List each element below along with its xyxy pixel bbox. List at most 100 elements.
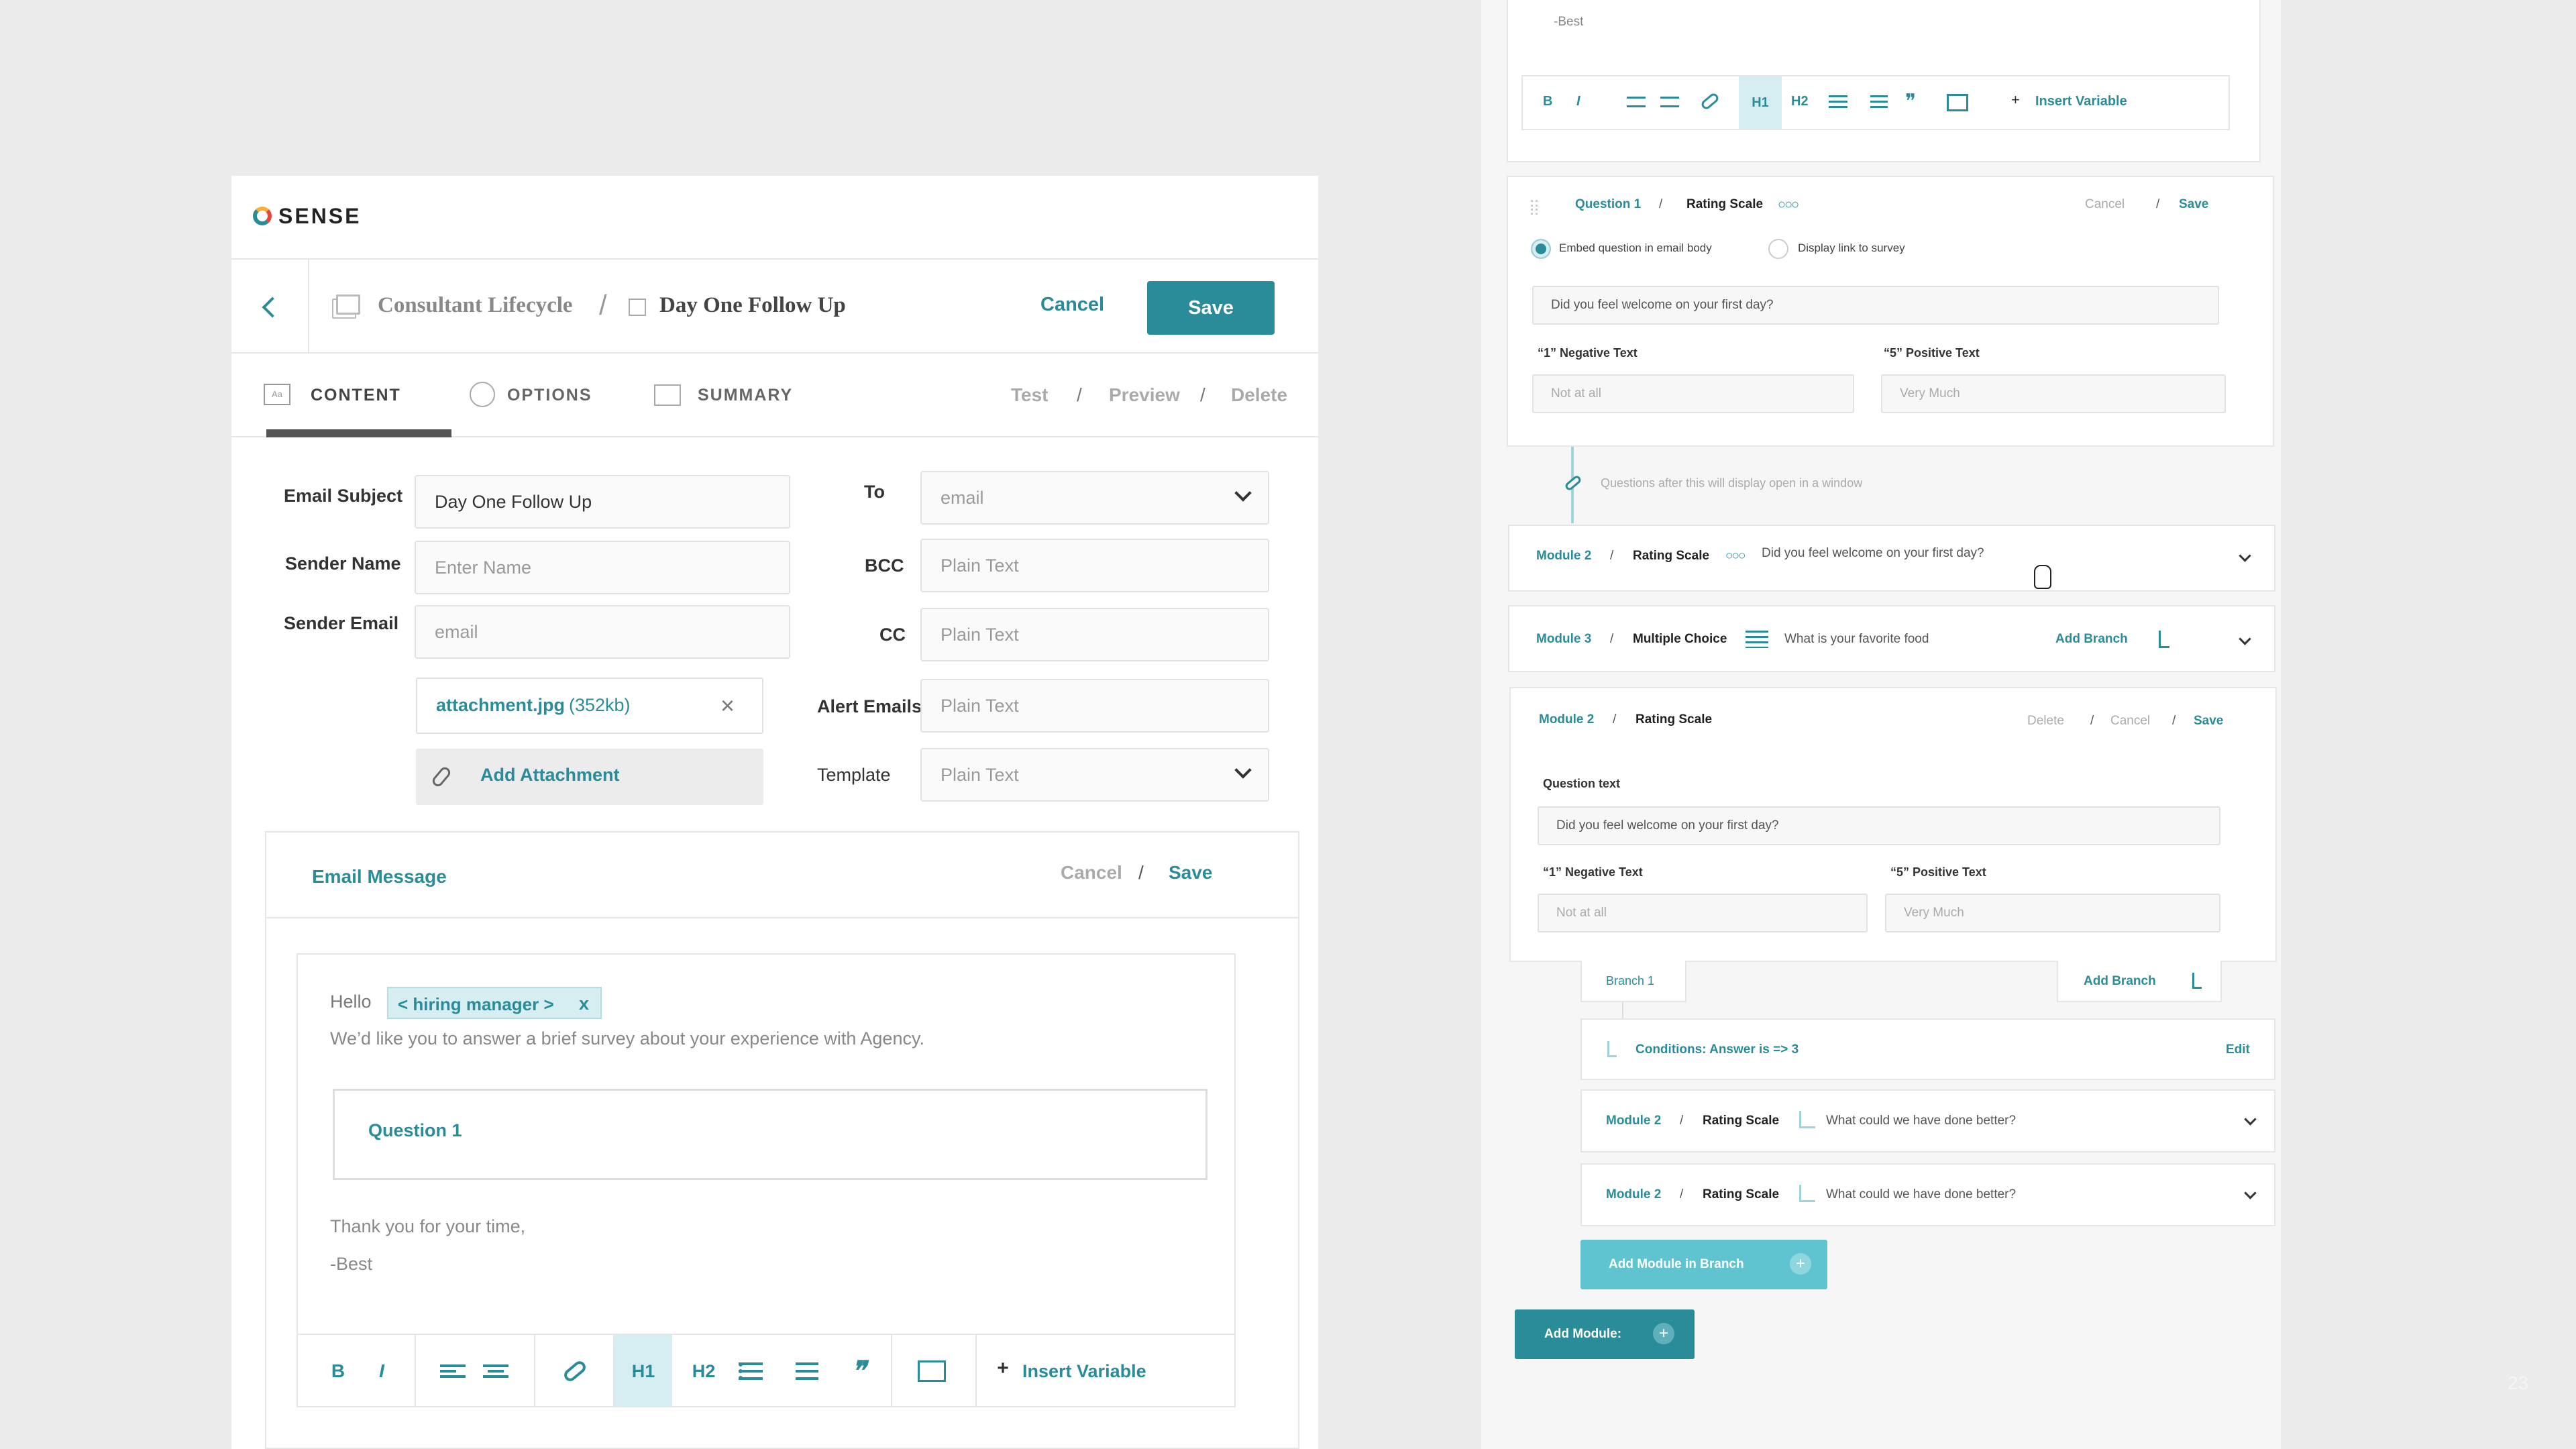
cc-input[interactable]: Plain Text <box>920 608 1269 661</box>
chevron-down-icon[interactable] <box>2244 1187 2257 1199</box>
add-attachment-label: Add Attachment <box>480 765 620 785</box>
negative-text-input[interactable]: Not at all <box>1532 374 1854 413</box>
variable-remove-button[interactable]: x <box>579 994 589 1014</box>
question-text-input[interactable]: Did you feel welcome on your first day? <box>1538 806 2220 845</box>
branch-tab[interactable]: Branch 1 <box>1580 961 1686 1002</box>
delete-link[interactable]: Delete <box>1231 384 1287 406</box>
email-subject-input[interactable]: Day One Follow Up <box>415 475 790 529</box>
module-delete[interactable]: Delete <box>2027 714 2064 729</box>
branch-label: Branch 1 <box>1606 974 1655 987</box>
tab-content[interactable]: Aa CONTENT <box>264 354 418 437</box>
variable-tag[interactable]: < hiring manager > x <box>387 987 602 1019</box>
module-cancel[interactable]: Cancel <box>2110 714 2150 729</box>
negative-text-input[interactable]: Not at all <box>1538 894 1868 932</box>
module-name: Module 2 <box>1539 712 1595 727</box>
tab-options-label: OPTIONS <box>507 386 592 405</box>
email-subject-label: Email Subject <box>284 486 403 506</box>
question-1-save[interactable]: Save <box>2179 197 2208 212</box>
align-left-icon[interactable] <box>436 1335 470 1407</box>
module-action-sep: / <box>2172 714 2176 728</box>
sender-name-input[interactable]: Enter Name <box>415 541 790 594</box>
link-icon[interactable] <box>551 1335 598 1407</box>
positive-text-input[interactable]: Very Much <box>1881 374 2226 413</box>
preview-link[interactable]: Preview <box>1109 384 1180 406</box>
h1-button[interactable]: H1 <box>614 1335 672 1407</box>
quote-icon[interactable]: ❞ <box>1905 90 1916 113</box>
tab-options[interactable]: OPTIONS <box>470 354 624 437</box>
italic-button[interactable]: I <box>1576 94 1580 109</box>
add-branch-tab[interactable]: Add Branch <box>2057 961 2222 1002</box>
insert-image-icon[interactable] <box>1947 94 1968 111</box>
branch-module-row[interactable]: Module 2 / Rating Scale What could we ha… <box>1580 1089 2275 1152</box>
bold-button[interactable]: B <box>325 1335 352 1407</box>
h2-button[interactable]: H2 <box>1791 94 1809 109</box>
question-1-sep: / <box>1659 197 1663 211</box>
test-link[interactable]: Test <box>1011 384 1049 406</box>
module-name: Module 2 <box>1536 549 1592 563</box>
sender-email-input[interactable]: email <box>415 605 790 659</box>
radio-embed-selected[interactable] <box>1531 239 1551 259</box>
add-branch-button[interactable]: Add Branch <box>2055 632 2128 647</box>
add-attachment-button[interactable]: Add Attachment <box>416 749 763 805</box>
italic-button[interactable]: I <box>372 1335 392 1407</box>
email-body-editor[interactable]: Hello < hiring manager > x We’d like you… <box>297 953 1236 1407</box>
link-icon[interactable] <box>1699 91 1721 111</box>
question-1-input[interactable]: Did you feel welcome on your first day? <box>1532 286 2219 325</box>
question-1-card: Question 1 / Rating Scale ○○○ Cancel / S… <box>1507 176 2274 447</box>
attachment-name[interactable]: attachment.jpg <box>436 695 565 716</box>
h1-button[interactable]: H1 <box>1739 76 1782 129</box>
branch-module-row[interactable]: Module 2 / Rating Scale What could we ha… <box>1580 1163 2275 1226</box>
chevron-down-icon[interactable] <box>2239 633 2251 645</box>
chevron-down-icon[interactable] <box>2244 1113 2257 1126</box>
back-button[interactable] <box>231 260 309 354</box>
bulleted-list-icon[interactable] <box>1829 95 1847 109</box>
conditions-edit[interactable]: Edit <box>2226 1042 2250 1057</box>
page-number: 23 <box>2508 1373 2529 1393</box>
align-center-icon[interactable] <box>1660 97 1679 107</box>
question-block[interactable]: Question 1 <box>333 1089 1208 1180</box>
email-message-cancel[interactable]: Cancel <box>1061 862 1122 883</box>
branch-icon <box>2192 973 2202 989</box>
module-row[interactable]: Module 3 / Multiple Choice What is your … <box>1508 605 2275 672</box>
numbered-list-icon[interactable] <box>1870 95 1888 109</box>
tab-action-sep-2: / <box>1200 384 1205 405</box>
bulleted-list-icon[interactable] <box>734 1335 767 1407</box>
positive-text-input[interactable]: Very Much <box>1885 894 2220 932</box>
header-save-button[interactable]: Save <box>1147 281 1275 335</box>
breadcrumb-parent[interactable]: Consultant Lifecycle <box>378 293 573 318</box>
module-save[interactable]: Save <box>2194 714 2223 729</box>
header-cancel-button[interactable]: Cancel <box>1040 294 1104 316</box>
email-editor-panel: SENSE Consultant Lifecycle / Day One Fol… <box>231 176 1318 1449</box>
quote-icon[interactable]: ❞ <box>840 1335 877 1407</box>
insert-variable-button[interactable]: Insert Variable <box>1022 1335 1157 1407</box>
add-module-button[interactable]: Add Module: + <box>1515 1309 1695 1359</box>
numbered-list-icon[interactable] <box>790 1335 824 1407</box>
template-select[interactable]: Plain Text <box>920 748 1269 802</box>
tab-summary[interactable]: SUMMARY <box>654 354 808 437</box>
bcc-input[interactable]: Plain Text <box>920 539 1269 592</box>
email-message-save[interactable]: Save <box>1169 862 1212 883</box>
chevron-down-icon[interactable] <box>2239 549 2251 562</box>
formatting-toolbar: B I H1 H2 ❞ + Insert Variable <box>298 1334 1234 1407</box>
insert-variable-button[interactable]: Insert Variable <box>2035 94 2127 109</box>
bold-button[interactable]: B <box>1543 94 1552 109</box>
chevron-down-icon <box>1234 761 1252 779</box>
question-1-cancel[interactable]: Cancel <box>2085 197 2125 212</box>
insert-image-icon[interactable] <box>908 1335 955 1407</box>
close-icon[interactable]: × <box>720 694 735 718</box>
module-question: What could we have done better? <box>1826 1114 2017 1128</box>
h2-button[interactable]: H2 <box>687 1335 720 1407</box>
to-select[interactable]: email <box>920 471 1269 525</box>
drag-handle-icon[interactable] <box>1531 200 1538 215</box>
insert-variable-plus-icon: + <box>997 1357 1009 1379</box>
module-action-sep: / <box>2090 714 2094 728</box>
alert-emails-input[interactable]: Plain Text <box>920 679 1269 733</box>
align-left-icon[interactable] <box>1627 97 1646 107</box>
module-row[interactable]: Module 2 / Rating Scale ○○○ Did you feel… <box>1508 525 2275 592</box>
sender-email-label: Sender Email <box>284 613 399 633</box>
radio-link[interactable] <box>1768 239 1788 259</box>
add-module-in-branch-button[interactable]: Add Module in Branch + <box>1580 1240 1827 1289</box>
attachment-size: (352kb) <box>569 695 631 715</box>
attachment-chip: attachment.jpg (352kb) × <box>416 678 763 734</box>
align-center-icon[interactable] <box>479 1335 513 1407</box>
